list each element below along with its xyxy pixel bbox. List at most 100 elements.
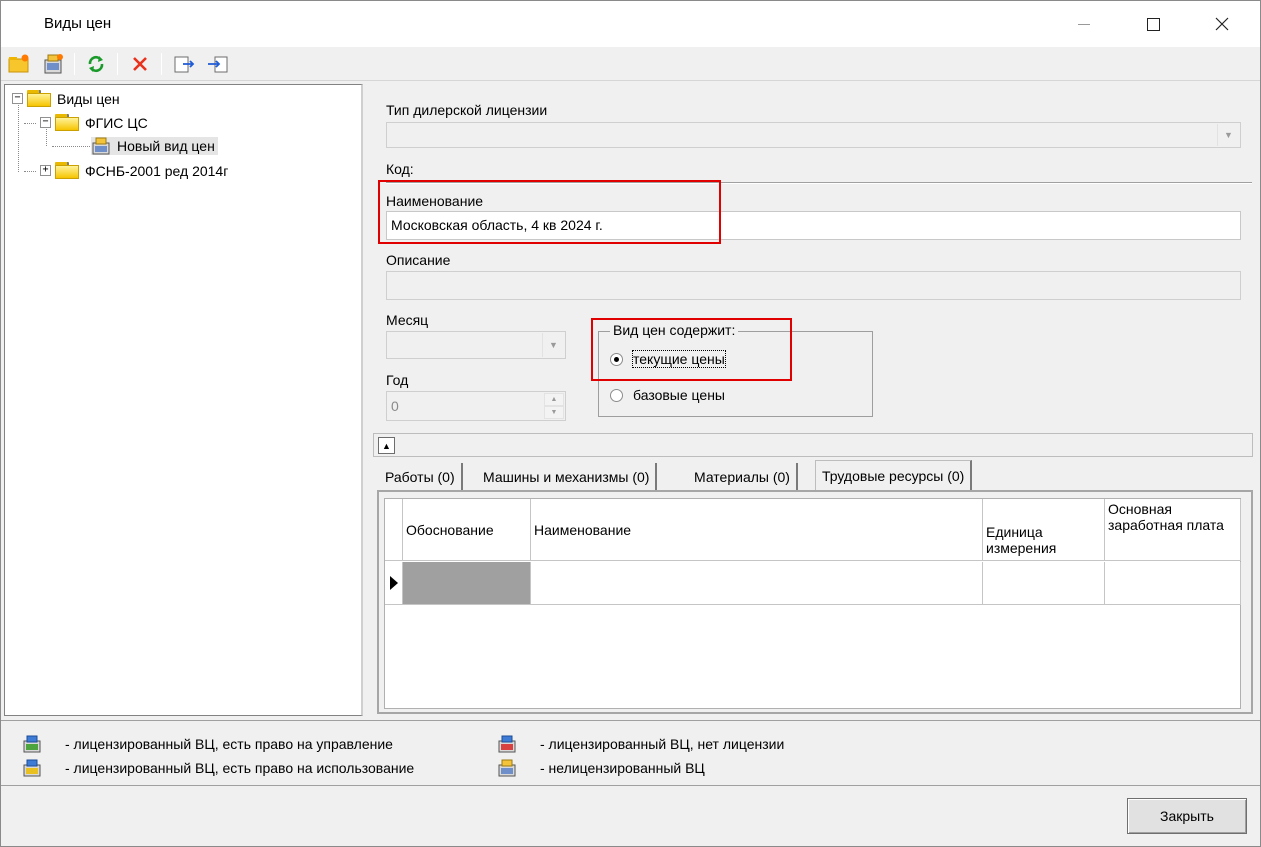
minimize-icon bbox=[1078, 23, 1090, 25]
table-cell[interactable] bbox=[1105, 562, 1241, 605]
folder-icon bbox=[55, 162, 79, 179]
maximize-button[interactable] bbox=[1130, 1, 1176, 47]
tree-item-label: Новый вид цен bbox=[117, 138, 215, 154]
column-header-label: Обоснование bbox=[406, 521, 494, 538]
collapse-icon[interactable]: − bbox=[12, 93, 23, 104]
grid-container: Обоснование Наименование Единица измерен… bbox=[377, 490, 1253, 714]
year-spinner[interactable]: 0 ▲ ▼ bbox=[386, 391, 566, 421]
current-row-icon bbox=[389, 576, 398, 590]
description-field[interactable] bbox=[386, 271, 1241, 300]
legend-item: - лицензированный ВЦ, есть право на упра… bbox=[23, 735, 393, 753]
radio-base-prices[interactable]: базовые цены bbox=[610, 387, 725, 403]
column-header[interactable]: Основная заработная плата bbox=[1105, 499, 1241, 561]
export-button[interactable] bbox=[172, 52, 196, 76]
tab-label: Трудовые ресурсы (0) bbox=[822, 467, 965, 484]
new-folder-icon bbox=[8, 54, 29, 73]
legend-text: - нелицензированный ВЦ bbox=[540, 760, 705, 776]
tab-label: Работы (0) bbox=[385, 468, 455, 485]
spin-down-icon[interactable]: ▼ bbox=[544, 406, 564, 419]
refresh-icon bbox=[88, 55, 104, 73]
column-header[interactable]: Наименование bbox=[531, 499, 983, 561]
tab-label: Машины и механизмы (0) bbox=[483, 468, 650, 485]
chevron-down-icon: ▼ bbox=[1217, 124, 1239, 146]
panel-splitter[interactable] bbox=[365, 84, 373, 716]
legend-item: - лицензированный ВЦ, есть право на испо… bbox=[23, 759, 414, 777]
close-icon bbox=[1215, 17, 1229, 31]
title-bar: Виды цен bbox=[1, 1, 1260, 47]
export-icon bbox=[174, 56, 195, 73]
close-button-label: Закрыть bbox=[1160, 808, 1214, 824]
toolbar-separator bbox=[161, 53, 162, 75]
refresh-button[interactable] bbox=[84, 52, 108, 76]
toolbar-separator bbox=[74, 53, 75, 75]
close-button[interactable]: Закрыть bbox=[1127, 798, 1247, 834]
year-spin-buttons[interactable]: ▲ ▼ bbox=[544, 393, 564, 419]
licensed-no-license-icon bbox=[498, 735, 516, 753]
tree-item-new-price-type[interactable]: Новый вид цен bbox=[91, 137, 218, 155]
toolbar bbox=[1, 47, 1260, 81]
row-indicator-header bbox=[385, 499, 403, 561]
unlicensed-icon bbox=[92, 137, 110, 155]
column-header[interactable]: Единица измерения bbox=[983, 499, 1105, 561]
tree-item-root[interactable]: − Виды цен bbox=[12, 90, 120, 107]
price-types-tree[interactable]: − Виды цен − ФГИС ЦС Новый вид цен + ФСН… bbox=[4, 84, 363, 716]
legend-text: - лицензированный ВЦ, нет лицензии bbox=[540, 736, 785, 752]
folder-icon bbox=[27, 90, 51, 107]
tab-machines[interactable]: Машины и механизмы (0) bbox=[477, 463, 658, 490]
highlight-box-name bbox=[378, 180, 721, 244]
tab-materials[interactable]: Материалы (0) bbox=[688, 463, 798, 490]
expand-icon[interactable]: + bbox=[40, 165, 51, 176]
legend-text: - лицензированный ВЦ, есть право на испо… bbox=[65, 760, 415, 776]
new-folder-button[interactable] bbox=[7, 52, 31, 76]
table-cell[interactable] bbox=[531, 562, 983, 605]
column-header[interactable]: Обоснование bbox=[403, 499, 531, 561]
tree-line bbox=[24, 123, 36, 124]
close-window-button[interactable] bbox=[1199, 1, 1245, 47]
year-value: 0 bbox=[391, 398, 399, 414]
collapse-bar: ▲ bbox=[373, 433, 1253, 457]
description-label: Описание bbox=[386, 252, 451, 268]
code-label: Код: bbox=[386, 161, 414, 177]
unlicensed-icon bbox=[498, 759, 516, 777]
tab-label: Материалы (0) bbox=[694, 468, 790, 485]
table-cell[interactable] bbox=[983, 562, 1105, 605]
radio-label: базовые цены bbox=[633, 387, 725, 403]
tree-item-fgis[interactable]: − ФГИС ЦС bbox=[40, 114, 148, 131]
tree-line bbox=[24, 171, 36, 172]
new-item-button[interactable] bbox=[41, 52, 65, 76]
maximize-icon bbox=[1146, 17, 1160, 31]
legend-text: - лицензированный ВЦ, есть право на упра… bbox=[65, 736, 393, 752]
folder-icon bbox=[55, 114, 79, 131]
radio-unselected-icon bbox=[610, 388, 623, 402]
import-button[interactable] bbox=[206, 52, 230, 76]
delete-icon bbox=[133, 57, 147, 71]
table-cell[interactable] bbox=[403, 562, 531, 605]
delete-button[interactable] bbox=[128, 52, 152, 76]
year-label: Год bbox=[386, 372, 409, 388]
chevron-down-icon: ▼ bbox=[542, 333, 564, 357]
highlight-box-price-content bbox=[591, 318, 792, 381]
spin-up-icon[interactable]: ▲ bbox=[544, 393, 564, 406]
tree-item-label: ФСНБ-2001 ред 2014г bbox=[85, 162, 229, 179]
window-title: Виды цен bbox=[44, 15, 112, 32]
column-header-label: Основная заработная плата bbox=[1108, 501, 1224, 533]
new-item-icon bbox=[44, 54, 63, 74]
licensed-use-icon bbox=[23, 759, 41, 777]
collapse-up-icon[interactable]: ▲ bbox=[378, 437, 395, 454]
tab-labor-resources[interactable]: Трудовые ресурсы (0) bbox=[815, 460, 973, 490]
row-indicator[interactable] bbox=[385, 562, 403, 605]
tab-works[interactable]: Работы (0) bbox=[379, 463, 463, 490]
collapse-icon[interactable]: − bbox=[40, 117, 51, 128]
tree-item-label: ФГИС ЦС bbox=[85, 114, 148, 131]
licensed-manage-icon bbox=[23, 735, 41, 753]
minimize-button[interactable] bbox=[1061, 1, 1107, 47]
month-select[interactable]: ▼ bbox=[386, 331, 566, 359]
labor-resources-grid[interactable]: Обоснование Наименование Единица измерен… bbox=[384, 498, 1241, 709]
legend-item: - нелицензированный ВЦ bbox=[498, 759, 705, 777]
tree-line bbox=[52, 146, 90, 147]
column-header-label: Наименование bbox=[534, 521, 632, 538]
dealer-license-select[interactable]: ▼ bbox=[386, 122, 1241, 148]
legend-item: - лицензированный ВЦ, нет лицензии bbox=[498, 735, 784, 753]
price-types-window: Виды цен − Виды цен − ФГИС ЦС Новый вид … bbox=[0, 0, 1261, 847]
tree-item-fsnb[interactable]: + ФСНБ-2001 ред 2014г bbox=[40, 162, 228, 179]
